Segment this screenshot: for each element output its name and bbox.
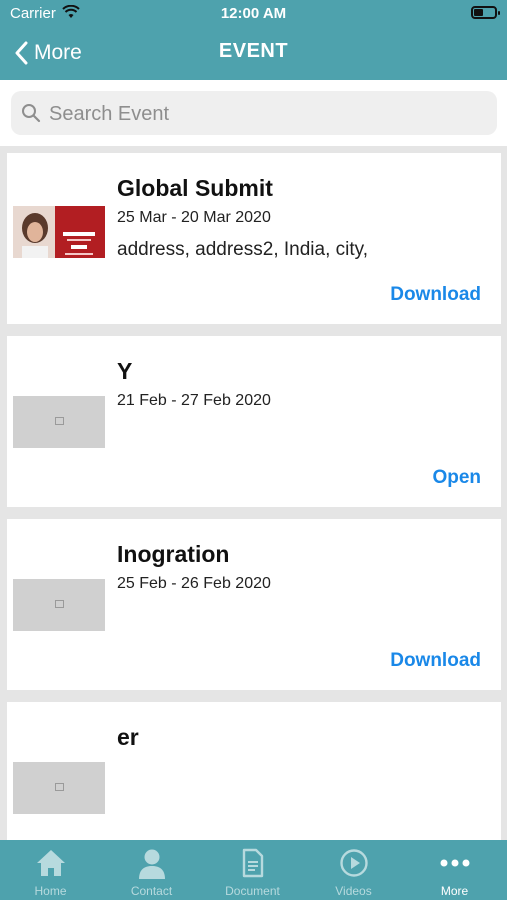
event-title: Global Submit (117, 175, 273, 201)
tab-label: Document (225, 884, 280, 898)
home-icon (36, 850, 65, 876)
image-placeholder-icon (55, 417, 64, 425)
top-bar: Carrier 12:00 AM More EVENT (0, 0, 507, 80)
open-button[interactable]: Open (432, 467, 481, 489)
event-dates: 21 Feb - 27 Feb 2020 (117, 392, 271, 409)
tab-home[interactable]: Home (0, 840, 101, 900)
play-icon (339, 849, 368, 877)
tab-label: Videos (335, 884, 372, 898)
event-card[interactable]: Global Submit 25 Mar - 20 Mar 2020 addre… (7, 153, 501, 324)
tab-videos[interactable]: Videos (303, 840, 404, 900)
event-thumbnail (13, 206, 105, 258)
status-bar: Carrier 12:00 AM (0, 0, 507, 28)
event-dates: 25 Mar - 20 Mar 2020 (117, 209, 271, 226)
tab-contact[interactable]: Contact (101, 840, 202, 900)
tab-label: Contact (130, 884, 173, 898)
page-title: EVENT (218, 40, 289, 62)
search-bar (11, 91, 497, 137)
event-card[interactable]: Inogration 25 Feb - 26 Feb 2020 Download (7, 519, 501, 690)
search-container (0, 80, 507, 146)
event-title: Inogration (117, 541, 230, 567)
download-button[interactable]: Download (390, 650, 481, 672)
event-thumbnail (13, 396, 105, 448)
event-thumbnail (13, 579, 105, 631)
search-icon (22, 104, 41, 123)
event-title: Y (117, 358, 133, 384)
more-icon (440, 859, 469, 867)
tab-bar: Home Contact Document Videos More (0, 840, 507, 900)
image-placeholder-icon (55, 600, 64, 608)
person-icon (138, 849, 165, 879)
download-button[interactable]: Download (390, 284, 481, 306)
image-placeholder-icon (55, 783, 64, 791)
event-list: Global Submit 25 Mar - 20 Mar 2020 addre… (0, 146, 507, 840)
battery-icon (471, 6, 500, 19)
tab-label: More (440, 884, 469, 898)
event-card[interactable]: Y 21 Feb - 27 Feb 2020 Open (7, 336, 501, 507)
event-address: address, address2, India, city, (117, 239, 368, 260)
tab-label: Home (34, 884, 67, 898)
document-icon (242, 848, 263, 878)
search-input[interactable] (47, 91, 481, 137)
event-title: er (117, 724, 139, 750)
tab-more[interactable]: More (404, 840, 505, 900)
event-thumbnail (13, 762, 105, 814)
tab-document[interactable]: Document (202, 840, 303, 900)
event-card[interactable]: er (7, 702, 501, 840)
event-dates: 25 Feb - 26 Feb 2020 (117, 575, 271, 592)
status-time: 12:00 AM (220, 5, 287, 22)
